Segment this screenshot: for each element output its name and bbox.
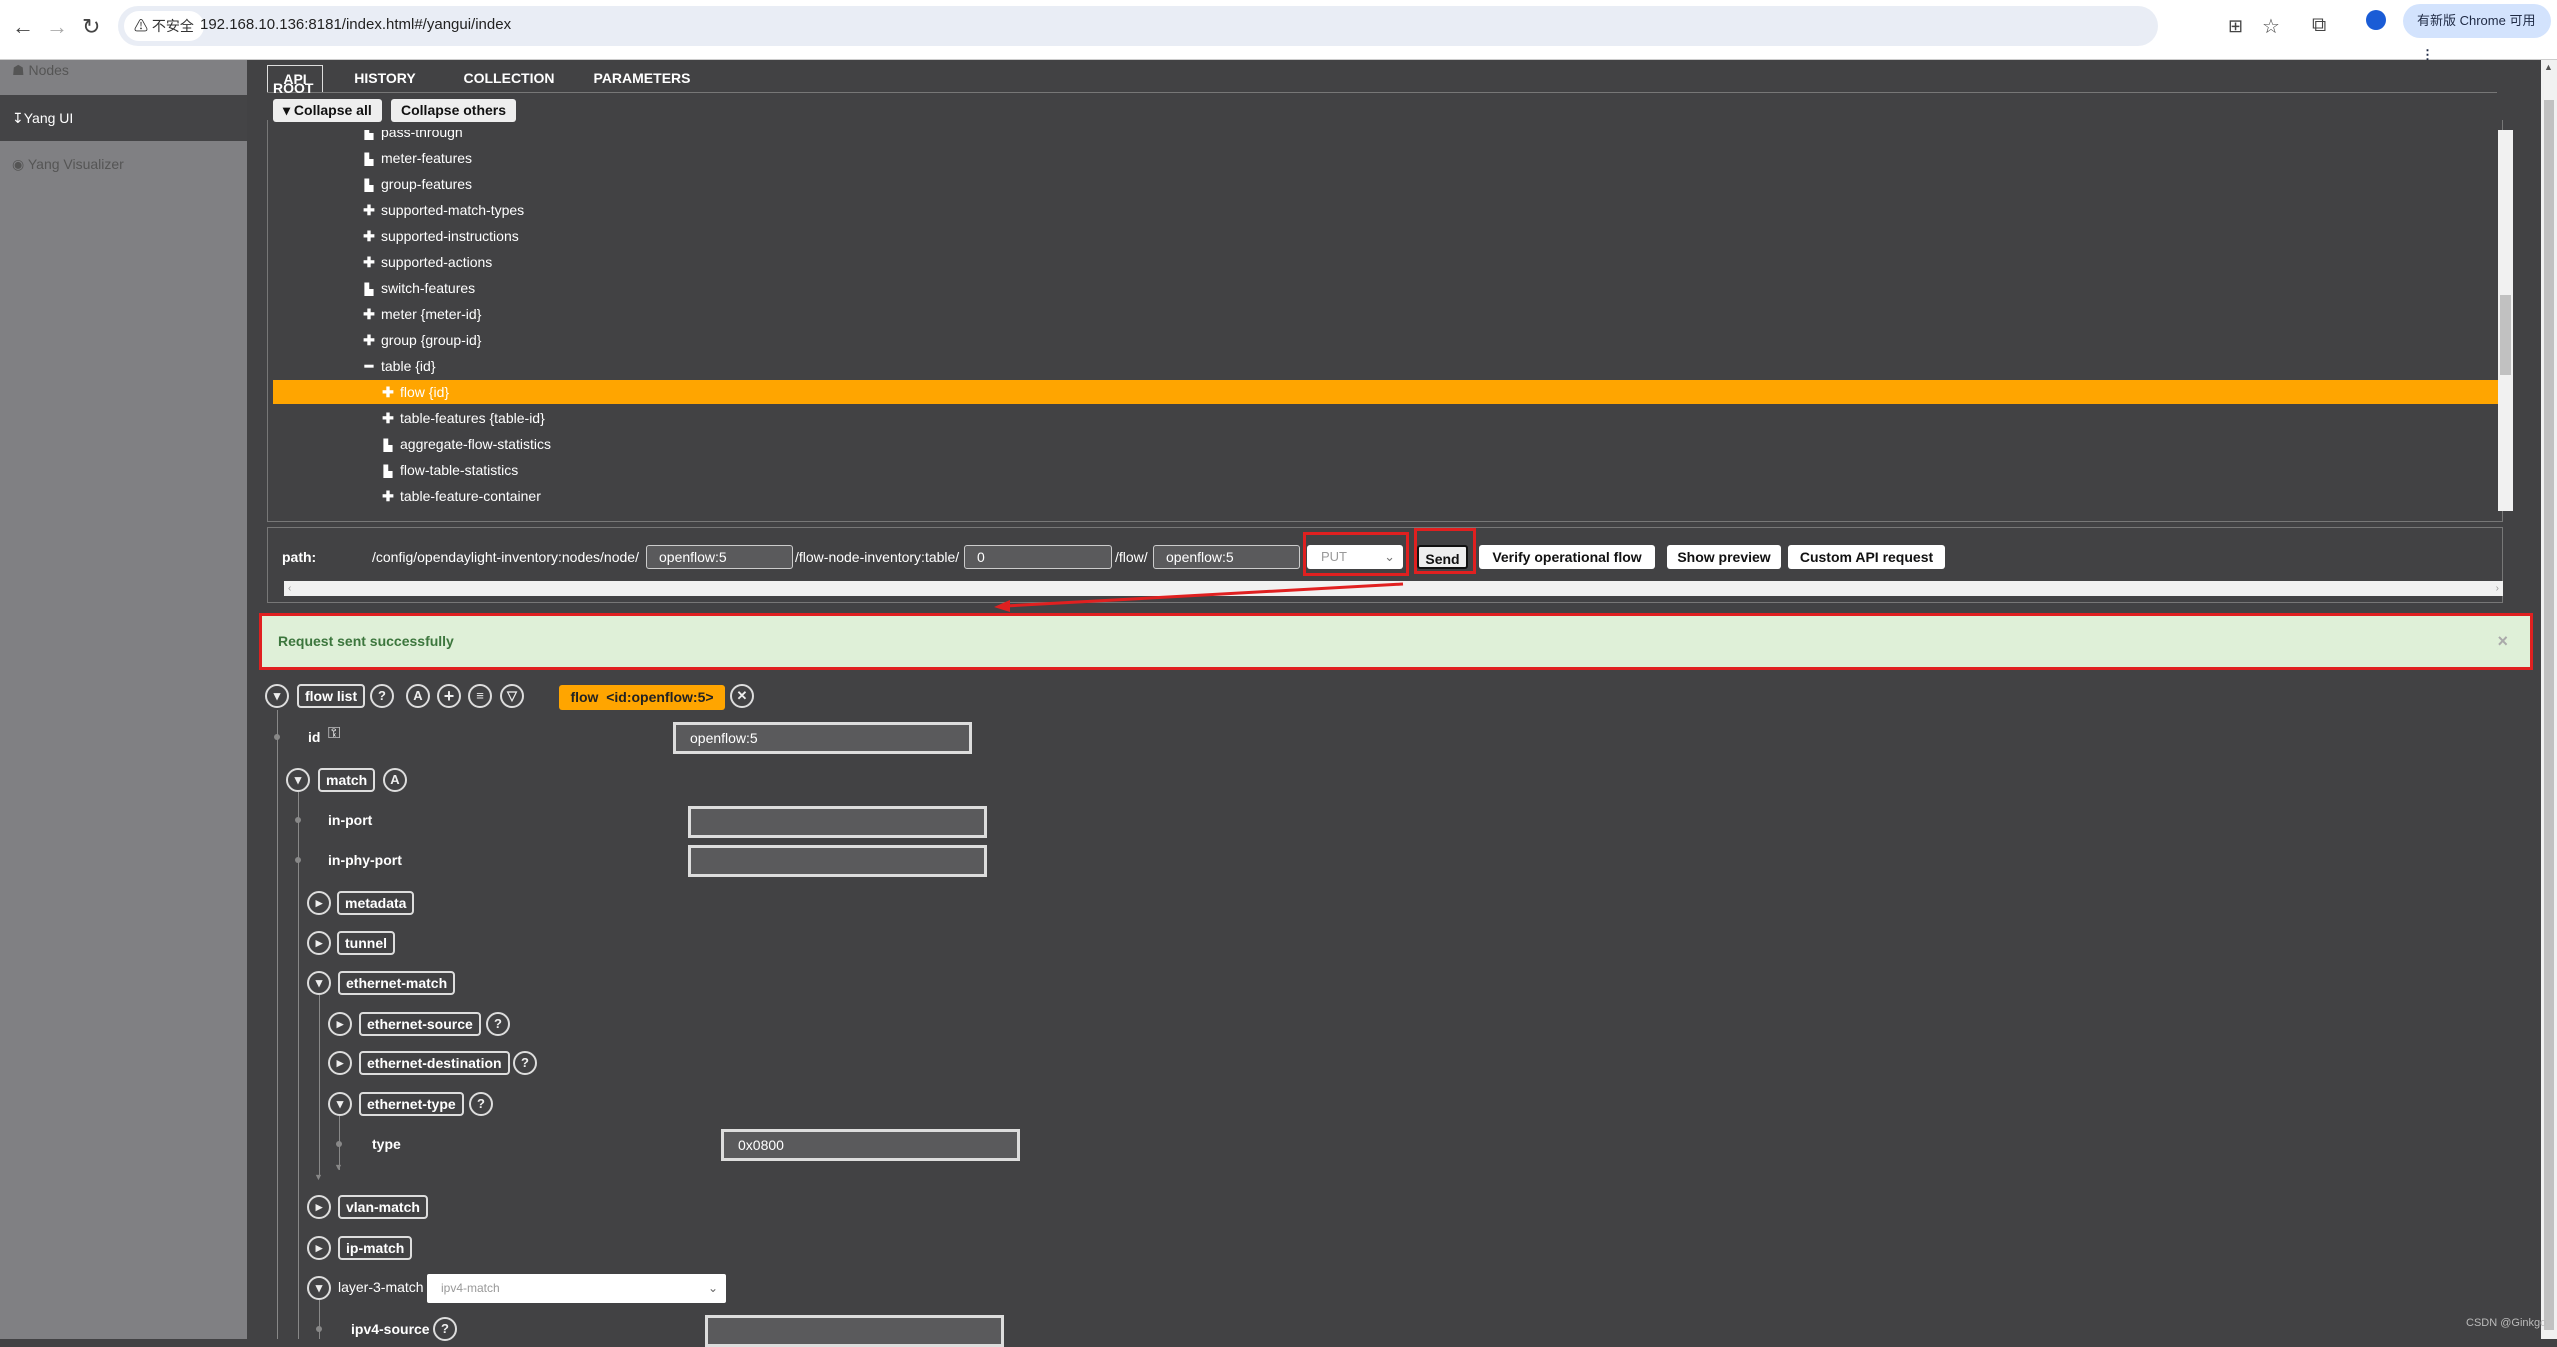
expand-toggle-icon[interactable]: ▸ xyxy=(328,1012,352,1036)
close-icon[interactable]: × xyxy=(2497,616,2508,667)
ipv4-source-label: ipv4-source xyxy=(351,1321,430,1337)
help-icon[interactable]: ? xyxy=(433,1317,457,1341)
collapse-toggle-icon[interactable]: ▾ xyxy=(307,971,331,995)
tree-line xyxy=(319,995,320,1175)
remove-icon[interactable]: ✕ xyxy=(730,684,754,708)
id-label: id xyxy=(308,729,321,745)
augment-icon[interactable]: A xyxy=(406,684,430,708)
collapse-toggle-icon[interactable]: ▾ xyxy=(328,1092,352,1116)
page-scrollbar[interactable]: ▲ xyxy=(2541,60,2557,1339)
alert-message: Request sent successfully xyxy=(278,633,454,649)
scroll-up-icon[interactable]: ▲ xyxy=(2544,62,2553,72)
metadata-button[interactable]: metadata xyxy=(337,891,415,915)
help-icon[interactable]: ? xyxy=(513,1051,537,1075)
ip-match-button[interactable]: ip-match xyxy=(338,1236,413,1260)
expand-toggle-icon[interactable]: ▸ xyxy=(307,891,331,915)
collapse-toggle-icon[interactable]: ▾ xyxy=(307,1276,331,1300)
success-alert: Request sent successfully × xyxy=(262,616,2530,667)
augment-icon[interactable]: A xyxy=(383,768,407,792)
list-icon[interactable]: ≡ xyxy=(468,684,492,708)
vlan-match-button[interactable]: vlan-match xyxy=(338,1195,428,1219)
expand-toggle-icon[interactable]: ▸ xyxy=(307,931,331,955)
collapse-toggle-icon[interactable]: ▾ xyxy=(265,684,289,708)
help-icon[interactable]: ? xyxy=(469,1092,493,1116)
filter-icon[interactable]: ▽ xyxy=(500,684,524,708)
chevron-down-icon: ⌄ xyxy=(707,1281,718,1295)
flow-list-button[interactable]: flow list xyxy=(297,684,366,708)
in-phy-port-input[interactable] xyxy=(688,845,987,877)
flow-item-badge[interactable]: flow <id:openflow:5> xyxy=(559,685,725,710)
add-icon[interactable]: + xyxy=(437,684,461,708)
type-input[interactable]: 0x0800 xyxy=(721,1129,1020,1161)
watermark: CSDN @Ginkgo xyxy=(2466,1317,2547,1329)
help-icon[interactable]: ? xyxy=(370,684,394,708)
id-input[interactable]: openflow:5 xyxy=(673,722,972,754)
ipv4-source-input[interactable] xyxy=(705,1315,1004,1347)
expand-toggle-icon[interactable]: ▸ xyxy=(307,1195,331,1219)
help-icon[interactable]: ? xyxy=(486,1012,510,1036)
type-label: type xyxy=(372,1136,401,1152)
end-arrow-icon: ▼ xyxy=(314,1172,323,1182)
layer-3-match-value: ipv4-match xyxy=(441,1281,500,1295)
ethernet-source-button[interactable]: ethernet-source xyxy=(359,1012,481,1036)
tunnel-button[interactable]: tunnel xyxy=(337,931,395,955)
tree-node-dot xyxy=(336,1141,342,1147)
key-icon: ⚿ xyxy=(328,725,341,742)
tree-node-dot xyxy=(274,734,280,740)
tree-node-dot xyxy=(316,1326,322,1332)
tree-node-dot xyxy=(295,817,301,823)
layer-3-match-label: layer-3-match xyxy=(338,1279,424,1295)
expand-toggle-icon[interactable]: ▸ xyxy=(307,1236,331,1260)
tree-line xyxy=(319,1300,320,1339)
collapse-toggle-icon[interactable]: ▾ xyxy=(286,768,310,792)
page-scrollbar-thumb[interactable] xyxy=(2544,100,2554,1330)
in-port-label: in-port xyxy=(328,812,373,828)
layer-3-match-select[interactable]: ipv4-match ⌄ xyxy=(427,1274,726,1303)
in-port-input[interactable] xyxy=(688,806,987,838)
ethernet-type-button[interactable]: ethernet-type xyxy=(359,1092,464,1116)
end-arrow-icon: ▼ xyxy=(334,1162,343,1172)
tree-line xyxy=(277,710,278,1339)
ethernet-match-button[interactable]: ethernet-match xyxy=(338,971,456,995)
expand-toggle-icon[interactable]: ▸ xyxy=(328,1051,352,1075)
ethernet-destination-button[interactable]: ethernet-destination xyxy=(359,1051,510,1075)
tree-node-dot xyxy=(295,857,301,863)
tree-line xyxy=(298,792,299,1339)
match-button[interactable]: match xyxy=(318,768,376,792)
in-phy-port-label: in-phy-port xyxy=(328,852,402,868)
